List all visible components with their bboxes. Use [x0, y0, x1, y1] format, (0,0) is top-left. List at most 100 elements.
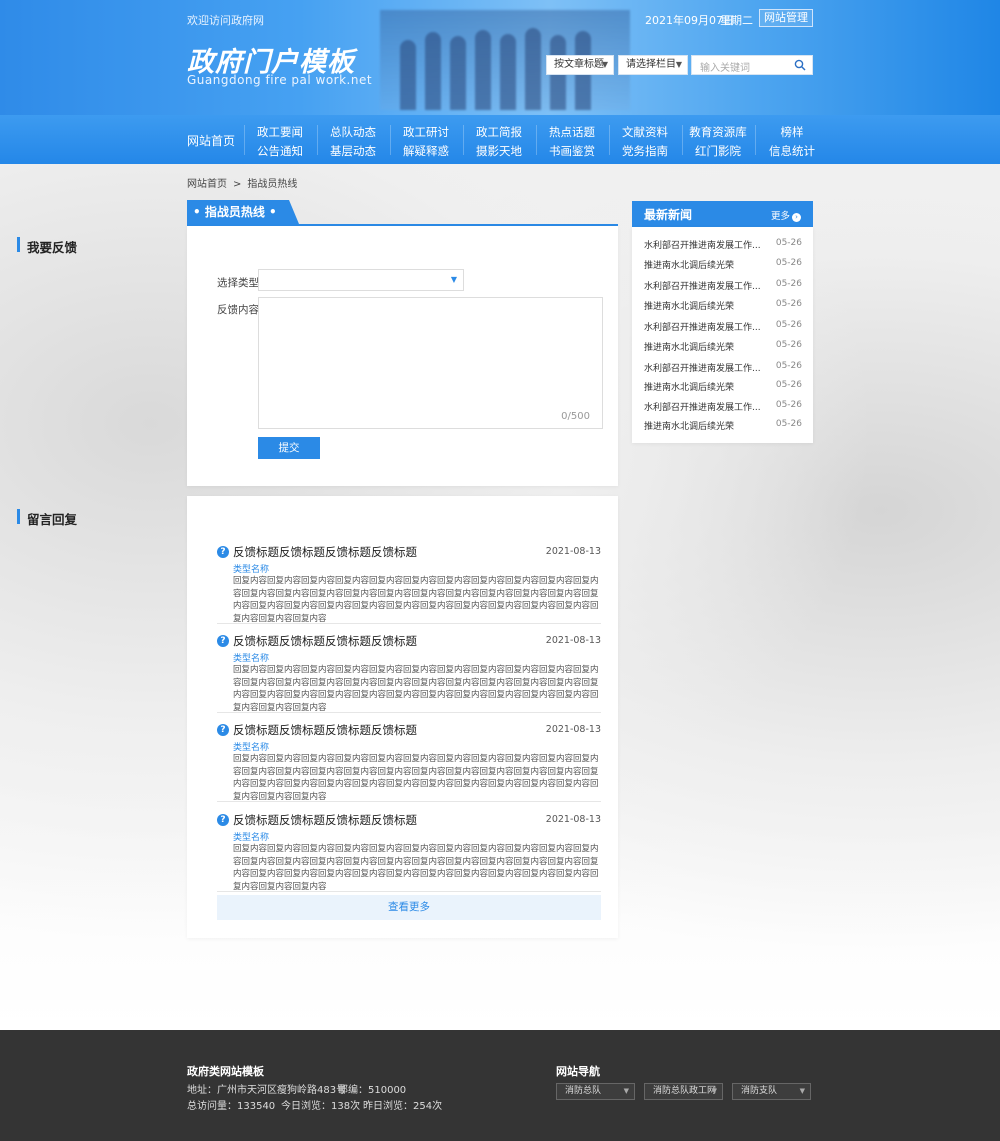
nav-item[interactable]: 政工简报 [463, 123, 535, 142]
reply-item[interactable]: ? 反馈标题反馈标题反馈标题反馈标题 2021-08-13 类型名称 回复内容回… [217, 544, 601, 624]
news-item-date: 05-26 [775, 320, 802, 330]
footer-title: 政府类网站模板 [187, 1065, 264, 1078]
nav-item[interactable]: 书画鉴赏 [536, 142, 608, 161]
nav-column-3: 政工研讨 解疑释惑 [390, 123, 462, 161]
news-item-date: 05-26 [775, 279, 802, 289]
question-icon: ? [217, 814, 229, 826]
reply-type: 类型名称 [233, 565, 270, 575]
nav-item[interactable]: 信息统计 [756, 142, 828, 161]
submit-button[interactable]: 提交 [258, 437, 320, 459]
reply-body: 回复内容回复内容回复内容回复内容回复内容回复内容回复内容回复内容回复内容回复内容… [233, 576, 599, 624]
nav-home[interactable]: 网站首页 [187, 132, 235, 149]
nav-item[interactable]: 摄影天地 [463, 142, 535, 161]
news-item[interactable]: 水利部召开推进南发展工作... 05-26 [644, 279, 802, 292]
search-icon[interactable] [794, 59, 806, 71]
search-column-select[interactable]: 请选择栏目 ▼ [618, 55, 688, 75]
news-item[interactable]: 水利部召开推进南发展工作... 05-26 [644, 400, 802, 413]
news-item-title: 水利部召开推进南发展工作... [644, 323, 761, 333]
news-item-title: 推进南水北调后续光荣 [644, 302, 735, 312]
feedback-type-select[interactable]: ▼ [258, 269, 464, 291]
reply-type: 类型名称 [233, 654, 270, 664]
nav-item[interactable]: 红门影院 [678, 142, 758, 161]
news-title: 最新新闻 [644, 208, 693, 222]
breadcrumb-home[interactable]: 网站首页 [187, 179, 227, 190]
footer-nav-select-value: 消防总队政工网 [653, 1086, 717, 1096]
question-icon: ? [217, 546, 229, 558]
main-nav: 网站首页 政工要闻 公告通知 总队动态 基层动态 政工研讨 解疑释惑 政工简报 … [0, 115, 1000, 164]
nav-column-2: 总队动态 基层动态 [317, 123, 389, 161]
breadcrumb: 网站首页 > 指战员热线 [187, 175, 297, 190]
view-more-button[interactable]: 查看更多 [217, 895, 601, 920]
search-placeholder: 输入关键词 [700, 63, 750, 74]
footer-address: 地址：广州市天河区瘦狗岭路483号 [187, 1085, 347, 1096]
nav-item[interactable]: 党务指南 [609, 142, 681, 161]
news-item[interactable]: 水利部召开推进南发展工作... 05-26 [644, 320, 802, 333]
reply-type: 类型名称 [233, 833, 270, 843]
chevron-right-icon: › [792, 213, 801, 222]
news-item[interactable]: 推进南水北调后续光荣 05-26 [644, 258, 802, 271]
news-list: 水利部召开推进南发展工作... 05-26 推进南水北调后续光荣 05-26 水利部… [632, 227, 813, 443]
reply-title[interactable]: 反馈标题反馈标题反馈标题反馈标题 [233, 722, 417, 738]
search-field-select[interactable]: 按文章标题 ▼ [546, 55, 614, 75]
nav-item[interactable]: 热点话题 [536, 123, 608, 142]
footer-nav-select[interactable]: 消防总队政工网 ▼ [644, 1083, 723, 1100]
nav-column-8: 榜样 信息统计 [756, 123, 828, 161]
nav-item[interactable]: 公告通知 [244, 142, 316, 161]
nav-column-5: 热点话题 书画鉴赏 [536, 123, 608, 161]
tab-hotline[interactable]: • 指战员热线 • [187, 200, 299, 224]
nav-item[interactable]: 政工要闻 [244, 123, 316, 142]
nav-item[interactable]: 榜样 [756, 123, 828, 142]
caret-down-icon: ▼ [675, 60, 682, 69]
reply-item[interactable]: ? 反馈标题反馈标题反馈标题反馈标题 2021-08-13 类型名称 回复内容回… [217, 722, 601, 802]
nav-item[interactable]: 教育资源库 [678, 123, 758, 142]
news-item[interactable]: 推进南水北调后续光荣 05-26 [644, 340, 802, 353]
reply-title[interactable]: 反馈标题反馈标题反馈标题反馈标题 [233, 544, 417, 560]
reply-item[interactable]: ? 反馈标题反馈标题反馈标题反馈标题 2021-08-13 类型名称 回复内容回… [217, 812, 601, 892]
caret-down-icon: ▼ [450, 275, 457, 284]
news-item-date: 05-26 [775, 380, 802, 390]
reply-item[interactable]: ? 反馈标题反馈标题反馈标题反馈标题 2021-08-13 类型名称 回复内容回… [217, 633, 601, 713]
reply-title[interactable]: 反馈标题反馈标题反馈标题反馈标题 [233, 812, 417, 828]
divider [217, 712, 601, 713]
reply-body: 回复内容回复内容回复内容回复内容回复内容回复内容回复内容回复内容回复内容回复内容… [233, 665, 599, 713]
breadcrumb-current: 指战员热线 [247, 179, 298, 190]
footer-total-visits: 总访问量：133540 [187, 1101, 276, 1112]
reply-body: 回复内容回复内容回复内容回复内容回复内容回复内容回复内容回复内容回复内容回复内容… [233, 754, 599, 802]
search-field-select-value: 按文章标题 [554, 59, 604, 70]
news-item[interactable]: 推进南水北调后续光荣 05-26 [644, 299, 802, 312]
search-input[interactable]: 输入关键词 [691, 55, 813, 75]
search-column-select-value: 请选择栏目 [626, 59, 676, 70]
nav-item[interactable]: 文献资料 [609, 123, 681, 142]
feedback-section-title: 我要反馈 [17, 237, 77, 256]
news-item[interactable]: 推进南水北调后续光荣 05-26 [644, 419, 802, 432]
site-logo-subtitle: Guangdong fire pal work.net [187, 73, 373, 87]
caret-down-icon: ▼ [623, 1087, 629, 1095]
footer-nav-title: 网站导航 [556, 1065, 600, 1078]
reply-date: 2021-08-13 [545, 546, 601, 557]
nav-column-6: 文献资料 党务指南 [609, 123, 681, 161]
news-header: 最新新闻 更多 › [632, 201, 813, 227]
reply-body: 回复内容回复内容回复内容回复内容回复内容回复内容回复内容回复内容回复内容回复内容… [233, 844, 599, 892]
nav-item[interactable]: 基层动态 [317, 142, 389, 161]
reply-title[interactable]: 反馈标题反馈标题反馈标题反馈标题 [233, 633, 417, 649]
news-item[interactable]: 水利部召开推进南发展工作... 05-26 [644, 361, 802, 374]
nav-item[interactable]: 总队动态 [317, 123, 389, 142]
news-item[interactable]: 水利部召开推进南发展工作... 05-26 [644, 238, 802, 251]
footer-nav-select[interactable]: 消防总队 ▼ [556, 1083, 635, 1100]
question-icon: ? [217, 635, 229, 647]
news-item-title: 水利部召开推进南发展工作... [644, 241, 761, 251]
news-more-link[interactable]: 更多 › [771, 208, 801, 222]
nav-item[interactable]: 解疑释惑 [390, 142, 462, 161]
news-item-title: 推进南水北调后续光荣 [644, 422, 735, 432]
news-item-date: 05-26 [775, 299, 802, 309]
welcome-text: 欢迎访问政府网 [187, 14, 264, 27]
footer-nav-select[interactable]: 消防支队 ▼ [732, 1083, 811, 1100]
footer-nav-select-value: 消防支队 [741, 1086, 778, 1096]
news-item[interactable]: 推进南水北调后续光荣 05-26 [644, 380, 802, 393]
site-admin-button[interactable]: 网站管理 [759, 9, 813, 27]
type-label: 选择类型 [217, 277, 259, 289]
nav-item[interactable]: 政工研讨 [390, 123, 462, 142]
news-item-title: 推进南水北调后续光荣 [644, 261, 735, 271]
caret-down-icon: ▼ [711, 1087, 717, 1095]
feedback-content-textarea[interactable]: 0/500 [258, 297, 603, 429]
